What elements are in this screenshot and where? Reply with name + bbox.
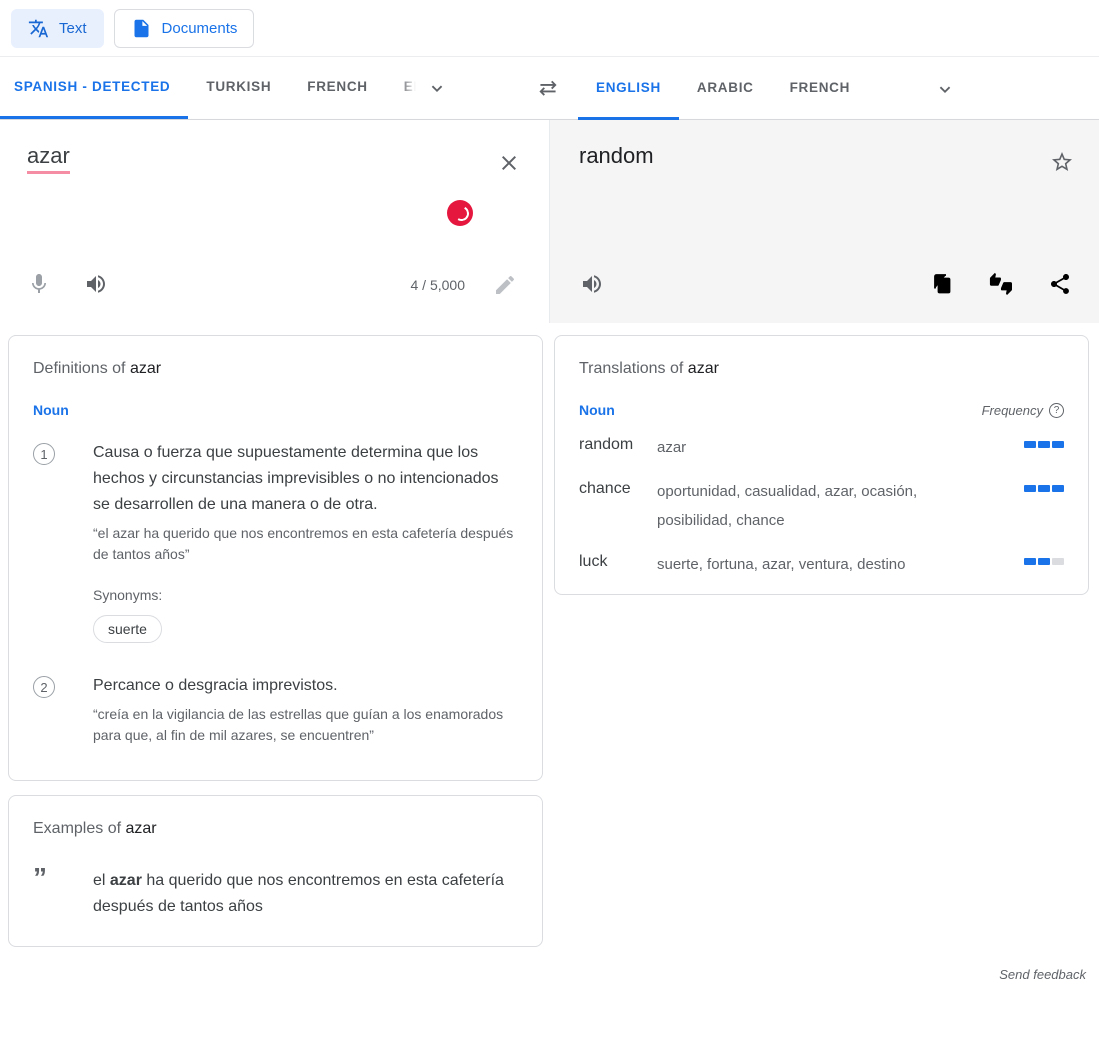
translation-row: chance oportunidad, casualidad, azar, oc… — [579, 477, 1064, 535]
text-mode-button[interactable]: Text — [11, 9, 104, 48]
definition-text[interactable]: Causa o fuerza que supuestamente determi… — [93, 440, 518, 518]
definition-number: 2 — [33, 676, 55, 698]
translation-values[interactable]: oportunidad, casualidad, azar, ocasión, … — [657, 477, 1020, 535]
results-area: Definitions of azar Noun 1 Causa o fuerz… — [0, 323, 1099, 1038]
source-lang-tab-french[interactable]: FRENCH — [289, 57, 385, 119]
frequency-segment — [1052, 441, 1064, 448]
definitions-pos-label: Noun — [33, 402, 518, 418]
definition-item-1: 1 Causa o fuerza que supuestamente deter… — [33, 440, 518, 643]
google-translate-app: Text Documents SPANISH - DETECTED TURKIS… — [0, 0, 1099, 1038]
language-bar: SPANISH - DETECTED TURKISH FRENCH ENGLIS… — [0, 57, 1099, 120]
clear-source-button[interactable] — [497, 151, 521, 175]
documents-mode-button[interactable]: Documents — [114, 9, 255, 48]
document-icon — [131, 18, 152, 39]
frequency-segment — [1052, 558, 1064, 565]
target-text-panel: random — [549, 120, 1099, 323]
translation-panels: azar 4 / 5,000 random — [0, 120, 1099, 323]
target-more-languages-button[interactable] — [924, 57, 966, 120]
frequency-segment — [1024, 485, 1036, 492]
translated-text: random — [579, 143, 654, 169]
close-icon — [497, 151, 521, 175]
frequency-segment — [1038, 558, 1050, 565]
definition-quote: “creía en la vigilancia de las estrellas… — [93, 704, 518, 746]
text-mode-label: Text — [59, 20, 87, 37]
target-lang-tab-english[interactable]: ENGLISH — [578, 57, 679, 120]
star-outline-icon — [1050, 150, 1074, 174]
share-translation-button[interactable] — [1048, 272, 1072, 296]
character-count: 4 / 5,000 — [411, 277, 466, 293]
thumbs-up-down-icon — [989, 272, 1013, 296]
definition-text[interactable]: Percance o desgracia imprevistos. — [93, 673, 518, 699]
synonym-chip[interactable]: suerte — [93, 615, 162, 643]
chevron-down-icon — [426, 77, 448, 99]
speaker-icon — [84, 272, 108, 296]
source-lang-tab-truncated[interactable]: ENGLISH — [386, 57, 416, 119]
source-more-languages-button[interactable] — [416, 57, 458, 119]
target-lang-tab-arabic[interactable]: ARABIC — [679, 57, 772, 120]
frequency-segment — [1024, 558, 1036, 565]
translation-word[interactable]: chance — [579, 477, 657, 501]
example-item: ” el azar ha querido que nos encontremos… — [33, 868, 518, 920]
examples-card: Examples of azar ” el azar ha querido qu… — [8, 795, 543, 947]
save-translation-button[interactable] — [1050, 150, 1074, 174]
rate-translation-button[interactable] — [989, 272, 1013, 296]
copy-icon — [930, 272, 954, 296]
source-text[interactable]: azar — [27, 143, 70, 169]
translations-title-word: azar — [688, 360, 719, 377]
listen-translation-button[interactable] — [580, 272, 604, 296]
frequency-segment — [1024, 441, 1036, 448]
source-text-panel[interactable]: azar 4 / 5,000 — [0, 120, 549, 323]
mode-bar: Text Documents — [0, 0, 1099, 57]
frequency-help-icon[interactable]: ? — [1049, 403, 1064, 418]
target-lang-tab-french[interactable]: FRENCH — [772, 57, 868, 120]
translations-card: Translations of azar Noun Frequency ? ra… — [554, 335, 1089, 595]
pencil-icon — [493, 273, 517, 297]
swap-arrows-icon — [535, 75, 561, 101]
translations-header: Noun Frequency ? — [579, 402, 1064, 418]
send-feedback-link[interactable]: Send feedback — [999, 967, 1086, 982]
translations-pos-label: Noun — [579, 402, 615, 418]
frequency-indicator — [1024, 558, 1064, 565]
translation-row: random azar — [579, 433, 1064, 462]
examples-title-word: azar — [125, 820, 156, 837]
translations-title: Translations of azar — [579, 360, 1064, 378]
speaker-icon — [580, 272, 604, 296]
translation-row: luck suerte, fortuna, azar, ventura, des… — [579, 550, 1064, 579]
microphone-icon — [27, 272, 51, 296]
quote-icon: ” — [33, 868, 55, 920]
frequency-indicator — [1024, 485, 1064, 492]
copy-translation-button[interactable] — [930, 272, 954, 296]
definition-quote: “el azar ha querido que nos encontremos … — [93, 523, 518, 565]
listen-source-button[interactable] — [84, 272, 108, 296]
microphone-button[interactable] — [27, 272, 51, 296]
definition-number: 1 — [33, 443, 55, 465]
translate-icon — [28, 18, 49, 39]
source-lang-tab-spanish[interactable]: SPANISH - DETECTED — [0, 57, 188, 119]
definitions-title-word: azar — [130, 360, 161, 377]
edit-button[interactable] — [493, 273, 517, 297]
examples-title: Examples of azar — [33, 820, 518, 838]
synonyms-label: Synonyms: — [93, 587, 518, 603]
frequency-indicator — [1024, 441, 1064, 448]
translation-values[interactable]: azar — [657, 433, 1020, 462]
translation-word[interactable]: random — [579, 433, 657, 457]
frequency-segment — [1038, 485, 1050, 492]
swap-languages-button[interactable] — [531, 72, 565, 106]
share-icon — [1048, 272, 1072, 296]
definition-item-2: 2 Percance o desgracia imprevistos. “cre… — [33, 673, 518, 746]
extension-badge[interactable] — [447, 200, 473, 226]
example-text: el azar ha querido que nos encontremos e… — [93, 868, 518, 920]
translation-actions — [930, 272, 1072, 296]
source-lang-tab-turkish[interactable]: TURKISH — [188, 57, 289, 119]
translation-word[interactable]: luck — [579, 550, 657, 574]
target-language-tabs: ENGLISH ARABIC FRENCH — [578, 57, 966, 120]
translation-values[interactable]: suerte, fortuna, azar, ventura, destino — [657, 550, 1020, 579]
definitions-title: Definitions of azar — [33, 360, 518, 378]
definitions-card: Definitions of azar Noun 1 Causa o fuerz… — [8, 335, 543, 781]
frequency-segment — [1038, 441, 1050, 448]
documents-mode-label: Documents — [162, 20, 238, 37]
chevron-down-icon — [934, 78, 956, 100]
frequency-label: Frequency ? — [982, 403, 1064, 418]
frequency-segment — [1052, 485, 1064, 492]
